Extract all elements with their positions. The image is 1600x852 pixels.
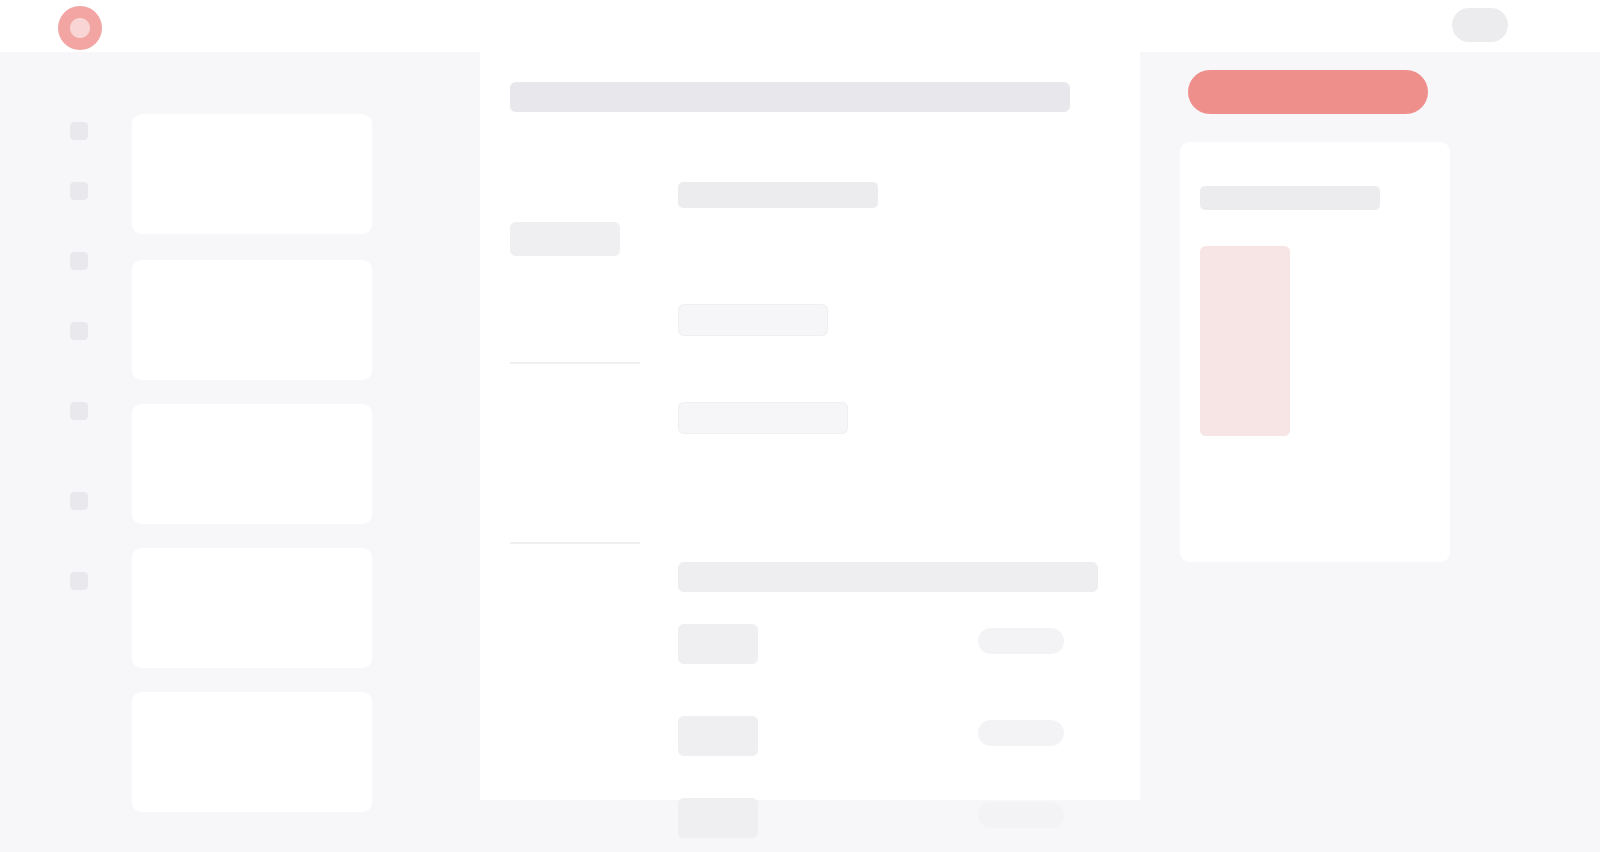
summary-image xyxy=(1200,246,1290,436)
calendar-icon[interactable] xyxy=(70,252,88,270)
row-tag[interactable] xyxy=(978,802,1064,828)
form-heading xyxy=(678,182,878,208)
inbox-icon[interactable] xyxy=(70,182,88,200)
subnav-divider xyxy=(510,362,640,364)
subnav-item[interactable] xyxy=(510,558,620,592)
table-row[interactable] xyxy=(678,618,1098,678)
row-thumbnail xyxy=(678,798,758,838)
subnav-item[interactable] xyxy=(510,390,620,424)
left-rail xyxy=(0,52,118,800)
row-thumbnail xyxy=(678,624,758,664)
row-tag[interactable] xyxy=(978,720,1064,746)
text-field[interactable] xyxy=(678,304,828,336)
table-row[interactable] xyxy=(678,710,1098,770)
home-icon[interactable] xyxy=(70,122,88,140)
list-pane xyxy=(118,52,478,812)
main-content xyxy=(480,52,1140,838)
subnav-item[interactable] xyxy=(510,302,620,336)
text-field[interactable] xyxy=(678,402,848,434)
list-item[interactable] xyxy=(132,404,372,524)
table-row[interactable] xyxy=(678,792,1098,852)
row-tag[interactable] xyxy=(978,628,1064,654)
top-bar xyxy=(0,0,1600,52)
subnav-divider xyxy=(510,542,640,544)
summary-name xyxy=(1200,186,1380,210)
row-thumbnail xyxy=(678,716,758,756)
summary-card xyxy=(1180,142,1450,562)
page-title xyxy=(510,82,1070,112)
user-avatar[interactable] xyxy=(1452,8,1508,42)
chart-icon[interactable] xyxy=(70,322,88,340)
subnav-item[interactable] xyxy=(510,222,620,256)
list-item[interactable] xyxy=(132,692,372,812)
help-icon[interactable] xyxy=(70,572,88,590)
primary-action-button[interactable] xyxy=(1188,70,1428,114)
section-bar xyxy=(678,562,1098,592)
list-item[interactable] xyxy=(132,260,372,380)
list-item[interactable] xyxy=(132,114,372,234)
right-pane xyxy=(1140,52,1600,800)
subnav-item[interactable] xyxy=(510,462,620,496)
users-icon[interactable] xyxy=(70,402,88,420)
app-logo[interactable] xyxy=(58,6,102,50)
settings-icon[interactable] xyxy=(70,492,88,510)
list-item[interactable] xyxy=(132,548,372,668)
